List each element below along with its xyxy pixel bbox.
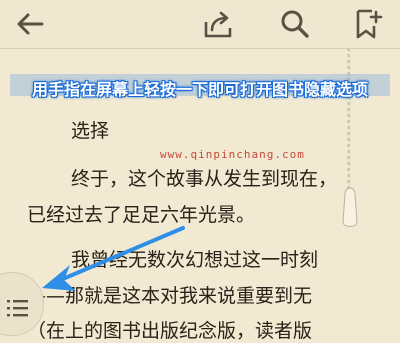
pointer-arrow — [42, 226, 185, 291]
list-menu-icon — [7, 297, 29, 319]
